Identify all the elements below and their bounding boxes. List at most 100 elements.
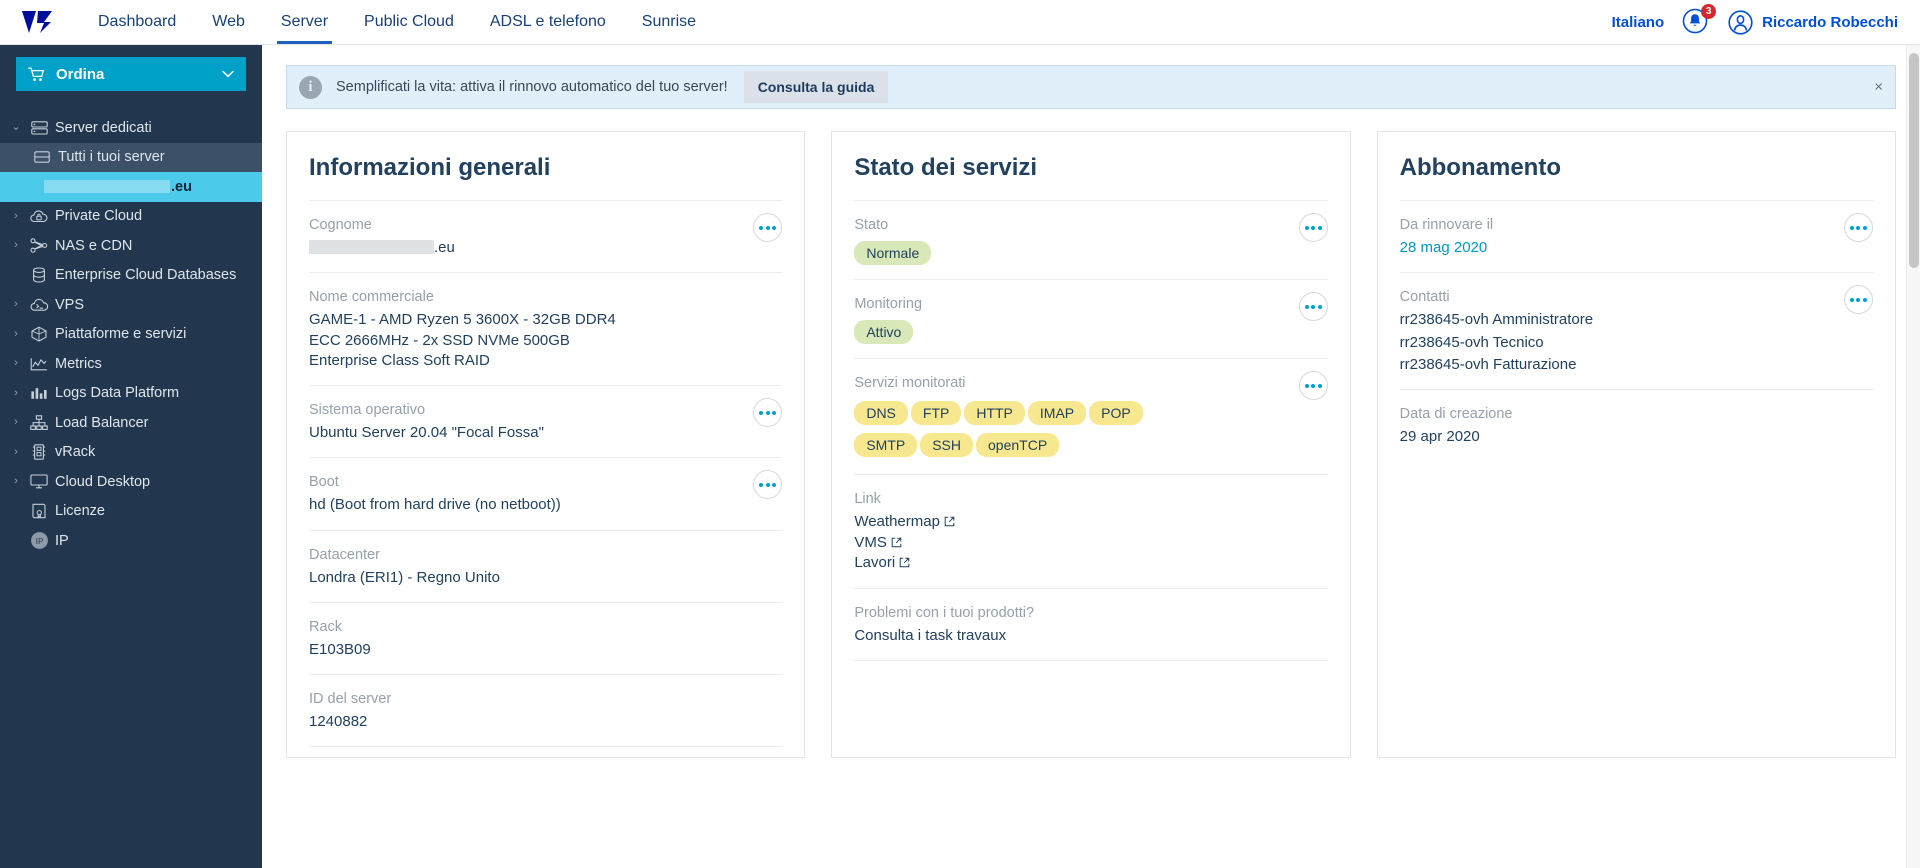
card-abbonamento: Abbonamento Da rinnovare il 28 mag 2020 … <box>1376 131 1896 759</box>
contact-technical: rr238645-ovh Tecnico <box>1399 333 1544 351</box>
user-menu[interactable]: Riccardo Robecchi <box>1728 9 1898 35</box>
banner-message: Semplificati la vita: attiva il rinnovo … <box>336 79 728 95</box>
nav-item-dashboard[interactable]: Dashboard <box>80 0 194 44</box>
sidebar-item-enterprise-cloud-databases[interactable]: Enterprise Cloud Databases <box>0 261 262 291</box>
scrollbar-thumb[interactable] <box>1909 53 1919 268</box>
status-badge: Normale <box>854 241 932 266</box>
service-tag: FTP <box>910 401 962 426</box>
nav-item-public-cloud[interactable]: Public Cloud <box>346 0 472 44</box>
chevron-right-icon: › <box>14 298 18 311</box>
ovh-logo[interactable] <box>0 0 80 44</box>
cart-icon <box>28 67 44 81</box>
link-vms[interactable]: VMS <box>854 533 1327 554</box>
sidebar-item-cloud-desktop[interactable]: › Cloud Desktop <box>0 467 262 497</box>
service-tag: HTTP <box>964 401 1025 426</box>
chevron-right-icon: › <box>14 386 18 399</box>
row-actions-menu[interactable] <box>1843 285 1873 315</box>
sidebar-item-label: Metrics <box>55 355 102 372</box>
server-icon <box>25 121 53 135</box>
field-servizi-monitorati: Servizi monitorati DNS FTP HTTP IMAP POP SMTP… <box>854 358 1328 474</box>
sidebar-item-metrics[interactable]: › Metrics <box>0 349 262 379</box>
private-cloud-icon <box>25 209 53 224</box>
row-actions-menu[interactable] <box>753 213 783 242</box>
link-lavori[interactable]: Lavori <box>854 553 1327 574</box>
chevron-right-icon: › <box>14 209 18 222</box>
field-label: Boot <box>309 474 339 491</box>
nav-item-sunrise[interactable]: Sunrise <box>624 0 714 44</box>
sidebar-item-label: NAS e CDN <box>55 237 133 254</box>
field-label: Contatti <box>1399 289 1450 306</box>
field-value: GAME-1 - AMD Ryzen 5 3600X - 32GB DDR4 E… <box>309 311 616 369</box>
renewal-date-link[interactable]: 28 mag 2020 <box>1400 236 1730 258</box>
service-tag: IMAP <box>1027 401 1087 426</box>
field-value: 1240882 <box>309 713 368 731</box>
link-weathermap[interactable]: Weathermap <box>854 512 1327 533</box>
field-link: Link Weathermap VMS Lavori <box>854 474 1328 588</box>
sidebar-item-label: VPS <box>55 296 85 313</box>
order-button[interactable]: Ordina <box>16 57 246 91</box>
sidebar-item-nas-e-cdn[interactable]: › NAS e CDN <box>0 231 262 261</box>
sidebar-item-vrack[interactable]: › vRack <box>0 438 262 468</box>
sidebar-item-logs-data-platform[interactable]: › Logs Data Platform <box>0 379 262 409</box>
card-title: Abbonamento <box>1399 154 1561 181</box>
page-scrollbar[interactable] <box>1906 45 1920 868</box>
row-actions-menu[interactable] <box>1843 213 1873 242</box>
card-bottom-divider <box>854 660 1328 662</box>
sidebar-item-licenze[interactable]: Licenze <box>0 497 262 527</box>
chevron-right-icon: › <box>14 327 18 340</box>
svg-text:IP: IP <box>35 537 43 546</box>
sidebar-item-load-balancer[interactable]: › Load Balancer <box>0 408 262 438</box>
field-contatti: Contatti rr238645-ovh Amministratore rr2… <box>1399 272 1873 389</box>
metrics-icon <box>25 357 53 371</box>
sidebar-item-label: Licenze <box>55 503 105 520</box>
nav-item-adsl-e-telefono[interactable]: ADSL e telefono <box>472 0 624 44</box>
row-actions-menu[interactable] <box>1298 292 1328 322</box>
row-actions-menu[interactable] <box>1298 213 1328 242</box>
nav-item-web[interactable]: Web <box>194 0 263 44</box>
sidebar-item-ip[interactable]: IP IP <box>0 526 262 556</box>
external-link-icon <box>891 537 902 548</box>
vrack-icon <box>25 444 53 460</box>
field-stato: Stato Normale <box>854 200 1328 279</box>
sidebar-item-server-dedicati[interactable]: ⌄ Server dedicati <box>0 113 262 143</box>
row-actions-menu[interactable] <box>753 470 783 500</box>
link-task-travaux[interactable]: Consulta i task travaux <box>854 624 1184 646</box>
sidebar-item-label: Cloud Desktop <box>55 473 151 490</box>
vps-icon <box>25 298 53 312</box>
user-name-label: Riccardo Robecchi <box>1762 13 1898 31</box>
sidebar-item-piattaforme-e-servizi[interactable]: › Piattaforme e servizi <box>0 320 262 350</box>
contact-billing: rr238645-ovh Fatturazione <box>1399 355 1577 373</box>
service-tag: openTCP <box>976 433 1060 458</box>
field-value: E103B09 <box>309 640 371 658</box>
field-datacenter: Datacenter Londra (ERI1) - Regno Unito <box>309 529 783 602</box>
field-boot: Boot hd (Boot from hard drive (no netboo… <box>309 457 783 529</box>
chevron-right-icon: › <box>14 357 18 370</box>
monitoring-badge: Attivo <box>854 320 914 345</box>
field-label: Stato <box>854 217 889 233</box>
language-selector[interactable]: Italiano <box>1612 14 1665 31</box>
sidebar-item-label: Logs Data Platform <box>55 385 180 402</box>
close-icon[interactable]: × <box>1874 80 1883 95</box>
sidebar-item-vps[interactable]: › VPS <box>0 290 262 320</box>
server-icon <box>28 151 56 163</box>
service-tag: SMTP <box>854 433 918 458</box>
chevron-right-icon: › <box>14 475 18 488</box>
sidebar-item-label: Enterprise Cloud Databases <box>55 267 237 284</box>
sidebar-item-tutti-i-tuoi-server[interactable]: Tutti i tuoi server <box>0 142 262 172</box>
notifications-button[interactable]: 3 <box>1682 4 1717 36</box>
row-actions-menu[interactable] <box>753 398 783 428</box>
field-label: Problemi con i tuoi prodotti? <box>854 605 1035 622</box>
sidebar-item-private-cloud[interactable]: › Private Cloud <box>0 202 262 232</box>
sidebar-item-label: Piattaforme e servizi <box>55 326 187 343</box>
external-link-icon <box>899 558 910 568</box>
ip-icon: IP <box>25 531 53 550</box>
row-actions-menu[interactable] <box>1298 371 1328 401</box>
logs-icon <box>25 386 53 400</box>
consulta-la-guida-button[interactable]: Consulta la guida <box>743 71 889 103</box>
nav-item-server[interactable]: Server <box>263 0 346 44</box>
service-tag: SSH <box>920 433 974 458</box>
sidebar-item-server-eu[interactable]: .eu <box>0 172 262 202</box>
field-label: Nome commerciale <box>309 289 434 306</box>
license-icon <box>25 503 53 519</box>
top-navigation-bar: Dashboard Web Server Public Cloud ADSL e… <box>0 0 1920 45</box>
